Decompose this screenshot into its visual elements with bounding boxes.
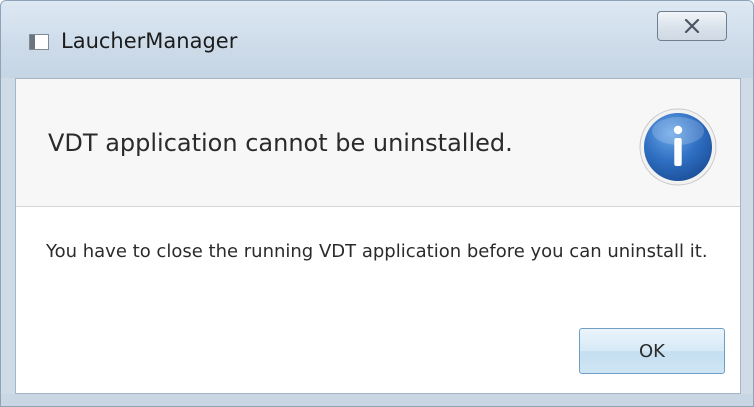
dialog-window: LaucherManager VDT application cannot be…: [0, 0, 754, 407]
dialog-headline: VDT application cannot be uninstalled.: [48, 129, 513, 157]
window-title: LaucherManager: [61, 29, 238, 53]
title-bar[interactable]: LaucherManager: [1, 1, 753, 78]
window-bottom-border: [1, 394, 753, 406]
dialog-message: You have to close the running VDT applic…: [46, 241, 708, 262]
close-x-icon: [684, 19, 700, 33]
info-icon: [639, 108, 717, 186]
application-window-icon: [29, 34, 49, 50]
dialog-content: VDT application cannot be uninstalled. Y…: [15, 78, 741, 394]
dialog-header: VDT application cannot be uninstalled.: [16, 79, 740, 207]
close-button[interactable]: [657, 11, 727, 41]
ok-button[interactable]: OK: [579, 328, 725, 374]
